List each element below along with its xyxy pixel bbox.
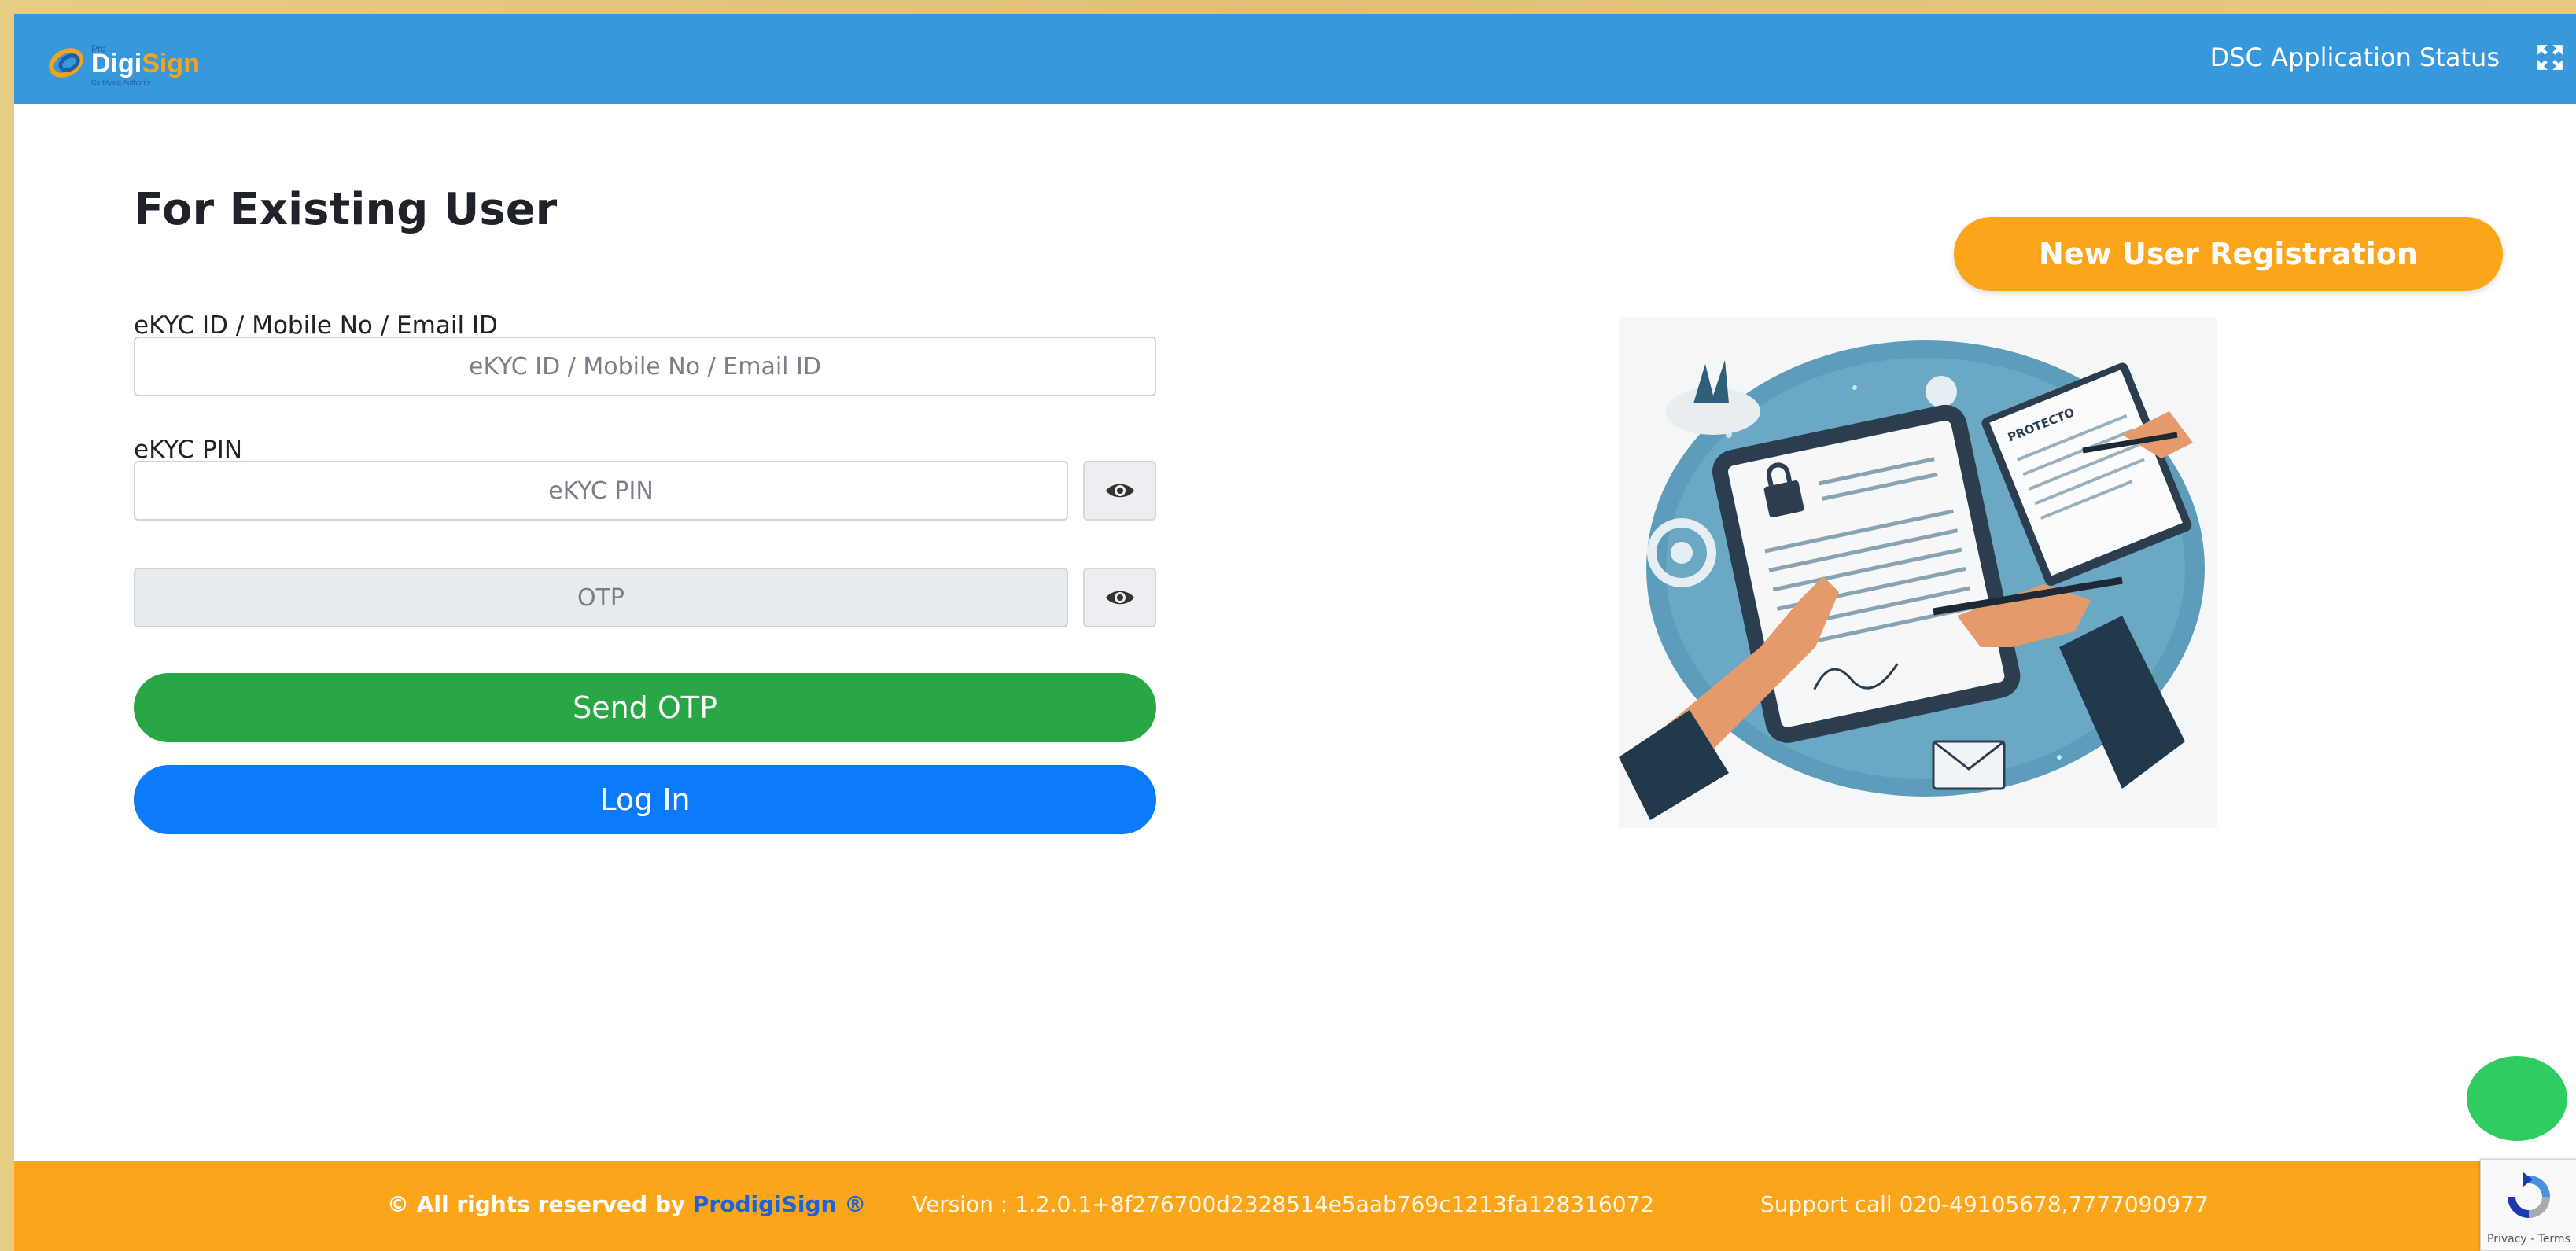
- new-user-registration-button[interactable]: New User Registration: [1954, 217, 2503, 291]
- top-navbar: Pro DigiSign Certifying Authority DSC Ap…: [14, 14, 2576, 104]
- ekyc-pin-label: eKYC PIN: [134, 436, 243, 464]
- recaptcha-badge[interactable]: Privacy - Terms: [2480, 1159, 2576, 1251]
- eye-icon: [1105, 591, 1134, 605]
- fullscreen-icon[interactable]: [2535, 42, 2565, 72]
- chat-widget-button[interactable]: [2467, 1056, 2567, 1141]
- recaptcha-text[interactable]: Privacy - Terms: [2487, 1233, 2570, 1245]
- toggle-otp-visibility-button[interactable]: [1083, 568, 1156, 627]
- otp-input[interactable]: [134, 568, 1068, 627]
- logo-wordmark: DigiSign: [91, 49, 200, 79]
- recaptcha-icon: [2508, 1172, 2550, 1218]
- digisign-logo[interactable]: Pro DigiSign Certifying Authority: [46, 36, 234, 91]
- ekyc-id-label: eKYC ID / Mobile No / Email ID: [134, 311, 498, 340]
- footer-version: Version : 1.2.0.1+8f276700d2328514e5aab7…: [912, 1191, 1655, 1217]
- footer-copyright: © All rights reserved by ProdigiSign ®: [387, 1191, 866, 1217]
- prodigisign-link[interactable]: ProdigiSign ®: [693, 1191, 866, 1217]
- toggle-pin-visibility-button[interactable]: [1083, 461, 1156, 521]
- logo-tagline: Certifying Authority: [91, 79, 151, 86]
- ekyc-id-input[interactable]: [134, 337, 1156, 396]
- copyright-text: © All rights reserved by: [387, 1191, 693, 1217]
- footer-support: Support call 020-49105678,7777090977: [1760, 1191, 2209, 1217]
- eye-icon: [1105, 484, 1134, 498]
- dsc-application-status-link[interactable]: DSC Application Status: [2210, 38, 2500, 77]
- login-button[interactable]: Log In: [134, 765, 1156, 834]
- send-otp-button[interactable]: Send OTP: [134, 673, 1156, 742]
- digital-signature-illustration: PROTECTO: [1619, 317, 2217, 828]
- ekyc-pin-input[interactable]: [134, 461, 1068, 521]
- page-title: For Existing User: [134, 184, 558, 235]
- footer: © All rights reserved by ProdigiSign ® V…: [14, 1161, 2576, 1251]
- app-window: Pro DigiSign Certifying Authority DSC Ap…: [14, 14, 2576, 1251]
